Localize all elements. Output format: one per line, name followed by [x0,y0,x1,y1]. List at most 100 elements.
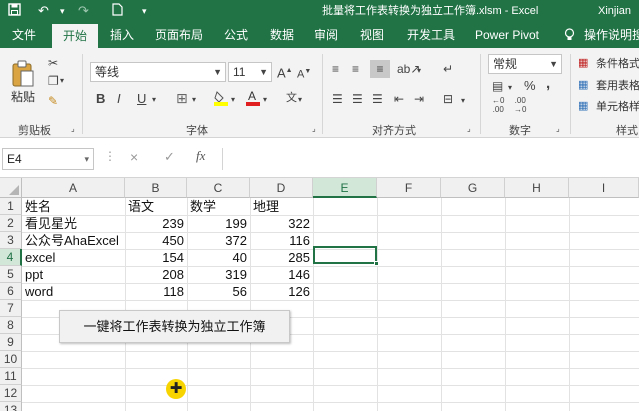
cell-math[interactable]: 40 [187,249,247,266]
bold-button[interactable]: B [96,92,105,106]
comma-style-button[interactable]: , [546,76,550,91]
user-name[interactable]: Xinjian [598,4,631,18]
font-name-select[interactable]: 等线 ▼ [90,62,226,82]
orientation-dropdown-icon[interactable]: ▾ [417,64,421,78]
cut-icon[interactable]: ✂ [48,56,58,70]
currency-dropdown-icon[interactable]: ▾ [508,81,512,95]
tab-power-pivot[interactable]: Power Pivot [470,22,544,48]
cell-geography[interactable]: 146 [250,266,310,283]
row-header[interactable]: 2 [0,215,22,232]
column-header[interactable]: D [250,178,313,198]
column-header[interactable]: H [505,178,569,198]
fill-color-icon[interactable] [214,90,228,106]
font-color-dropdown-icon[interactable]: ▾ [263,93,267,107]
tab-home[interactable]: 开始 [52,24,98,48]
clipboard-launcher-icon[interactable]: ⌟ [71,122,75,136]
tab-page-layout[interactable]: 页面布局 [148,22,210,48]
align-center-icon[interactable]: ☰ [352,92,363,106]
shrink-font-icon[interactable]: A▼ [297,65,311,82]
tab-developer[interactable]: 开发工具 [400,22,462,48]
undo-dropdown-icon[interactable]: ▾ [60,3,65,19]
cell-chinese[interactable]: 118 [125,283,184,300]
align-bottom-icon[interactable]: ≡ [370,60,390,78]
align-right-icon[interactable]: ☰ [372,92,383,106]
redo-icon[interactable]: ↷ [78,3,89,19]
cancel-icon[interactable]: × [130,150,138,164]
cell-geography[interactable]: 116 [250,232,310,249]
underline-dropdown-icon[interactable]: ▾ [152,93,156,107]
cell-chinese[interactable]: 154 [125,249,184,266]
conditional-format-button[interactable]: 条件格式 [596,55,639,71]
cell-header-chinese[interactable]: 语文 [128,198,154,215]
save-icon[interactable] [8,3,21,20]
increase-decimal-icon[interactable]: ←0.00 [492,96,504,114]
cell-name[interactable]: excel [25,249,55,266]
tab-view[interactable]: 视图 [352,22,392,48]
customize-toolbar-icon[interactable]: ▾ [142,3,147,19]
row-header[interactable]: 6 [0,283,22,300]
cell-math[interactable]: 199 [187,215,247,232]
row-header[interactable]: 10 [0,351,22,368]
cell-header-name[interactable]: 姓名 [25,198,51,215]
row-header[interactable]: 7 [0,300,22,317]
align-top-icon[interactable]: ≡ [332,62,339,76]
column-header-selected[interactable]: E [313,178,377,198]
grow-font-icon[interactable]: A▲ [277,64,293,80]
fill-dropdown-icon[interactable]: ▾ [231,93,235,107]
cell-geography[interactable]: 285 [250,249,310,266]
tab-data[interactable]: 数据 [262,22,302,48]
cell-math[interactable]: 56 [187,283,247,300]
cell-name[interactable]: 公众号AhaExcel [25,232,119,249]
enter-icon[interactable]: ✓ [164,150,175,164]
insert-function-icon[interactable]: fx [196,149,205,163]
row-header[interactable]: 13 [0,402,22,411]
decrease-decimal-icon[interactable]: .00 →0 [514,96,526,114]
tab-review[interactable]: 审阅 [306,22,346,48]
column-header[interactable]: I [569,178,639,198]
cell-name[interactable]: 看见星光 [25,215,77,232]
column-header[interactable]: C [187,178,250,198]
undo-icon[interactable]: ↶ [38,3,49,19]
cell-geography[interactable]: 322 [250,215,310,232]
cell-header-geography[interactable]: 地理 [253,198,279,215]
decrease-indent-icon[interactable]: ⇤ [394,92,404,106]
wrap-text-icon[interactable]: ↵ [443,62,453,76]
row-header[interactable]: 1 [0,198,22,215]
formula-input[interactable] [222,148,639,170]
copy-dropdown-icon[interactable]: ▾ [60,74,64,88]
percent-button[interactable]: % [524,79,536,93]
paste-button[interactable]: 粘贴 [6,54,40,110]
increase-indent-icon[interactable]: ⇥ [414,92,424,106]
cell-styles-icon[interactable]: ▦ [578,99,588,113]
fill-handle[interactable] [374,261,379,266]
tab-file[interactable]: 文件 [2,22,46,48]
tab-formulas[interactable]: 公式 [216,22,256,48]
lightbulb-icon[interactable] [562,22,576,48]
format-as-table-button[interactable]: 套用表格 [596,77,639,93]
align-left-icon[interactable]: ☰ [332,92,343,106]
cell-name[interactable]: ppt [25,266,43,283]
merge-center-icon[interactable]: ⊟ [443,92,453,106]
currency-icon[interactable]: ▤ [492,79,503,93]
row-header[interactable]: 12 [0,385,22,402]
cell-chinese[interactable]: 239 [125,215,184,232]
column-header[interactable]: G [441,178,505,198]
phonetic-dropdown-icon[interactable]: ▾ [298,93,302,107]
number-format-select[interactable]: 常规 ▼ [488,54,562,74]
cell-math[interactable]: 372 [187,232,247,249]
copy-icon[interactable]: ❐ [48,74,59,88]
tab-insert[interactable]: 插入 [102,22,142,48]
row-header[interactable]: 9 [0,334,22,351]
new-file-icon[interactable] [112,3,123,20]
column-header[interactable]: B [125,178,187,198]
merge-dropdown-icon[interactable]: ▾ [461,94,465,108]
number-launcher-icon[interactable]: ⌟ [556,122,560,136]
phonetic-guide-icon[interactable]: 文 [286,91,297,105]
italic-button[interactable]: I [117,92,121,106]
font-launcher-icon[interactable]: ⌟ [312,122,316,136]
worksheet-grid[interactable]: A B C D E F G H I 1 2 3 4 5 6 7 8 9 10 1… [0,178,639,411]
tell-me-search[interactable]: 操作说明搜 [584,22,639,48]
convert-sheets-button[interactable]: 一键将工作表转换为独立工作簿 [59,310,290,343]
row-header[interactable]: 5 [0,266,22,283]
align-middle-icon[interactable]: ≡ [352,62,359,76]
